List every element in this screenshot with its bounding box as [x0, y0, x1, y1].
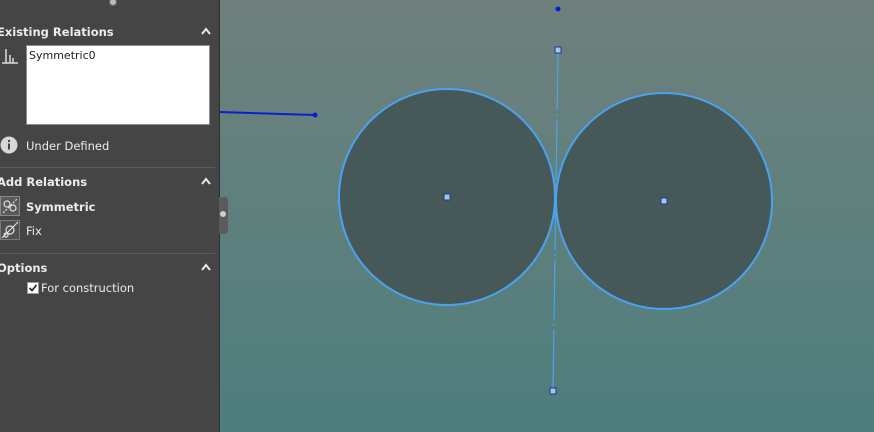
centerline-endpoint-bottom[interactable]: [549, 387, 557, 395]
property-manager-panel: Existing Relations Symmetric0 Under Defi…: [0, 0, 219, 432]
panel-resize-handle[interactable]: [109, 0, 117, 6]
options-header[interactable]: Options: [0, 258, 219, 278]
circle-center-right[interactable]: [660, 197, 668, 205]
fix-icon: [0, 220, 20, 240]
panel-collapse-tab[interactable]: [219, 197, 228, 234]
relation-fix[interactable]: Fix: [0, 220, 200, 242]
relation-symmetric-label: Symmetric: [26, 200, 96, 214]
sketch-status-text: Under Defined: [26, 139, 110, 153]
checkmark-icon: [28, 284, 38, 292]
relations-filter-icon[interactable]: [0, 46, 20, 66]
collapse-handle-icon: [220, 211, 226, 217]
circle-center-left[interactable]: [443, 193, 451, 201]
for-construction-checkbox[interactable]: [27, 282, 39, 294]
graphics-area[interactable]: [220, 0, 874, 432]
centerline-endpoint-top[interactable]: [554, 46, 562, 54]
existing-relations-list[interactable]: Symmetric0: [26, 45, 210, 125]
chevron-up-icon[interactable]: [201, 177, 211, 185]
section-divider: [0, 253, 215, 254]
existing-relations-title: Existing Relations: [0, 25, 114, 39]
chevron-up-icon[interactable]: [201, 263, 211, 271]
symmetric-icon: [0, 196, 20, 216]
relation-symmetric[interactable]: Symmetric: [0, 196, 200, 218]
list-item[interactable]: Symmetric0: [29, 49, 96, 62]
sketch-canvas[interactable]: [220, 0, 874, 432]
add-relations-header[interactable]: Add Relations: [0, 172, 219, 192]
sketch-endpoint[interactable]: [312, 112, 318, 118]
existing-relations-header[interactable]: Existing Relations: [0, 22, 219, 42]
info-icon: [0, 136, 18, 154]
chevron-up-icon[interactable]: [201, 27, 211, 35]
sketch-point[interactable]: [555, 6, 561, 12]
sketch-line[interactable]: [220, 111, 316, 116]
options-title: Options: [0, 261, 48, 275]
relation-fix-label: Fix: [26, 224, 42, 238]
for-construction-label: For construction: [41, 281, 135, 295]
add-relations-title: Add Relations: [0, 175, 88, 189]
section-divider: [0, 167, 215, 168]
